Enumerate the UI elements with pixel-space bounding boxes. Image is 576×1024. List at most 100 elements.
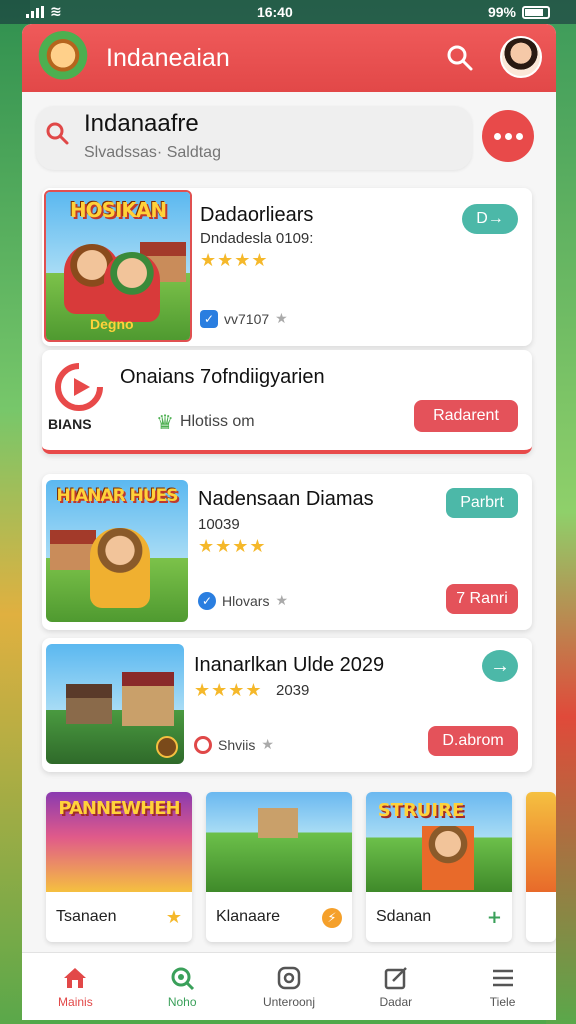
app-title: Indaneaian xyxy=(106,43,230,72)
game-tile[interactable]: PANNEWHEH Tsanaen ★ xyxy=(46,792,192,942)
nav-label: Noho xyxy=(167,994,197,1009)
more-button[interactable] xyxy=(482,110,534,162)
play-button[interactable]: D→ xyxy=(462,204,518,234)
tile-image xyxy=(526,792,556,892)
game-tile[interactable] xyxy=(526,792,556,942)
game-card[interactable]: Inanarlkan Ulde 2029 ★★★★ 2039 Shviis ★ … xyxy=(42,638,532,772)
nav-item-edit[interactable]: Dadar xyxy=(342,953,449,1020)
app-logo xyxy=(36,31,90,85)
game-thumbnail[interactable]: HIANAR HUES xyxy=(46,480,188,622)
signal-icon xyxy=(26,6,44,18)
game-banner: HOSIKAN xyxy=(69,198,167,222)
action-button[interactable]: 7 Ranri xyxy=(446,584,518,614)
star-icon: ★ xyxy=(165,907,182,928)
tile-image: STRUIRE xyxy=(366,792,512,892)
game-tile[interactable]: Klanaare ⚡ xyxy=(206,792,352,942)
wifi-icon: ≋ xyxy=(50,4,62,20)
battery-icon xyxy=(521,5,550,19)
meta-text: Shviis xyxy=(218,737,256,753)
tile-label: Klanaare xyxy=(216,908,281,925)
search-icon xyxy=(46,122,69,145)
nav-item-record[interactable]: Unteroonj xyxy=(236,953,343,1020)
record-icon xyxy=(277,966,301,989)
action-button[interactable]: Radarent xyxy=(414,400,518,432)
search-box[interactable]: Indanaafre xyxy=(36,106,472,170)
tile-image xyxy=(206,792,352,892)
card-subtitle: 10039 xyxy=(198,516,240,533)
search-icon[interactable] xyxy=(444,42,476,74)
dot-icon xyxy=(515,132,523,140)
search-title: Indanaafre xyxy=(84,110,199,137)
app-bar: Indaneaian xyxy=(22,24,556,92)
game-tile[interactable]: STRUIRE Sdanan + xyxy=(366,792,512,942)
tile-label: Tsanaen xyxy=(56,908,117,925)
logo-text: BIANS xyxy=(48,416,92,432)
app-store-icon: ✓ xyxy=(198,592,216,610)
game-banner: HIANAR HUES xyxy=(56,486,179,506)
card-meta: ♛ Hlotiss om xyxy=(156,410,255,434)
battery-percent: 99% xyxy=(487,4,516,20)
house-illustration xyxy=(122,672,174,726)
avatar-badge xyxy=(156,736,178,758)
tile-banner: PANNEWHEH xyxy=(58,798,180,819)
app-store-icon: ✓ xyxy=(200,310,218,328)
nav-item-home[interactable]: Mainis xyxy=(22,953,129,1020)
character-illustration xyxy=(92,836,146,892)
rating-stars: ★★★★ xyxy=(198,536,267,557)
house-illustration xyxy=(258,808,298,838)
star-icon: ★ xyxy=(261,737,274,753)
game-card[interactable]: HOSIKAN Degno Dadaorliears Dndadesla 010… xyxy=(42,188,532,346)
nav-label: Unteroonj xyxy=(262,994,315,1009)
meta-text: Hlotiss om xyxy=(179,413,255,430)
status-bar: ≋ 16:40 99% xyxy=(0,0,576,24)
play-button[interactable]: Parbrt xyxy=(446,488,518,518)
menu-icon xyxy=(492,969,513,986)
house-illustration xyxy=(66,684,112,724)
app-screen: Indaneaian Indanaafre HOSIKAN Degno xyxy=(22,24,556,1020)
character-illustration xyxy=(104,252,160,322)
meta-text: Hlovars xyxy=(222,593,270,609)
play-logo-icon xyxy=(55,363,103,411)
bottom-navigation: Mainis Noho Unteroonj Dadar Tiele xyxy=(22,952,556,1020)
search-area: Indanaafre xyxy=(22,92,556,188)
star-icon: ★ xyxy=(275,311,288,327)
home-icon xyxy=(64,967,87,988)
nav-item-menu[interactable]: Tiele xyxy=(449,953,556,1020)
meta-text: vv7107 xyxy=(224,311,270,327)
nav-item-search[interactable]: Noho xyxy=(129,953,236,1020)
game-card[interactable]: BIANS Onaians 7ofndiigyarien ♛ Hlotiss o… xyxy=(42,350,532,454)
card-title: Onaians 7ofndiigyarien xyxy=(120,366,325,388)
nav-label: Dadar xyxy=(379,994,413,1009)
star-icon: ★ xyxy=(275,593,289,609)
card-title: Nadensaan Diamas xyxy=(198,488,374,510)
next-button[interactable]: → xyxy=(482,650,518,682)
tile-banner: STRUIRE xyxy=(377,800,465,821)
card-meta: ✓ vv7107 ★ xyxy=(200,310,288,328)
card-meta: ✓ Hlovars ★ xyxy=(198,592,288,610)
nav-label: Mainis xyxy=(58,994,93,1009)
card-subtitle: Dndadesla 0109: xyxy=(200,230,314,247)
edit-icon xyxy=(384,966,407,989)
plus-icon: + xyxy=(486,907,502,928)
card-meta: Shviis ★ xyxy=(194,736,274,754)
avatar[interactable] xyxy=(500,36,542,78)
character-illustration xyxy=(90,528,150,608)
search-icon xyxy=(171,967,195,990)
search-input[interactable] xyxy=(84,142,444,164)
record-icon xyxy=(194,736,212,754)
card-title: Dadaorliears xyxy=(200,204,314,226)
bolt-icon: ⚡ xyxy=(322,908,342,928)
dot-icon xyxy=(504,132,512,140)
game-badge: Degno xyxy=(90,316,134,332)
action-button[interactable]: D.abrom xyxy=(428,726,518,756)
character-illustration xyxy=(422,826,474,890)
nav-label: Tiele xyxy=(489,994,516,1009)
tile-label: Sdanan xyxy=(376,908,432,925)
game-thumbnail[interactable] xyxy=(46,644,184,764)
game-thumbnail[interactable]: HOSIKAN Degno xyxy=(44,190,192,342)
featured-tiles: PANNEWHEH Tsanaen ★ Klanaare ⚡ STRUIRE S… xyxy=(42,792,556,942)
tile-image: PANNEWHEH xyxy=(46,792,192,892)
crown-icon: ♛ xyxy=(156,410,174,434)
rating-stars: ★★★★ xyxy=(200,250,269,271)
game-card[interactable]: HIANAR HUES Nadensaan Diamas 10039 ★★★★ … xyxy=(42,474,532,630)
